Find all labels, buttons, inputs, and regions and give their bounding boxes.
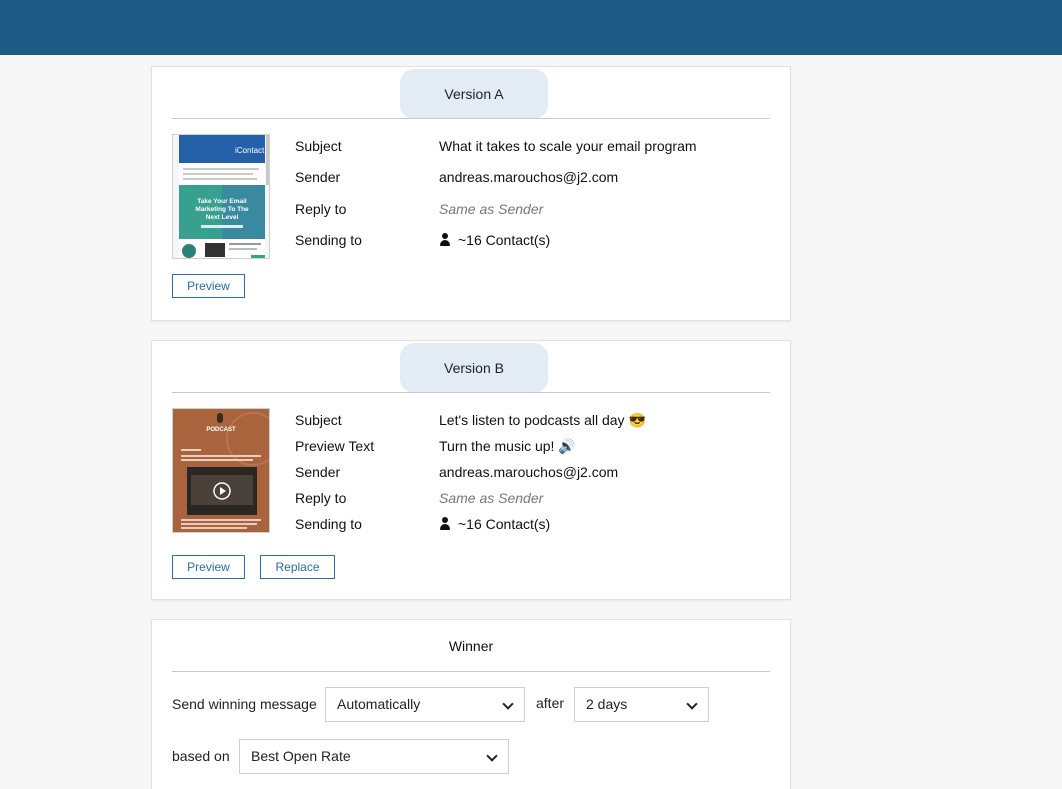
email-thumbnail-image: PODCAST <box>173 409 269 532</box>
replace-button[interactable]: Replace <box>260 555 335 579</box>
svg-text:Take Your Email: Take Your Email <box>197 198 247 205</box>
delay-value: 2 days <box>586 696 628 712</box>
field-value: Same as Sender <box>439 201 544 217</box>
svg-text:Next Level: Next Level <box>206 214 239 221</box>
chevron-down-icon <box>502 698 514 710</box>
after-label: after <box>536 695 565 711</box>
svg-text:PODCAST: PODCAST <box>206 427 236 433</box>
delay-select[interactable]: 2 days <box>574 687 709 722</box>
version-b-title: Version B <box>400 343 548 393</box>
criteria-select[interactable]: Best Open Rate <box>239 739 509 774</box>
field-value-wrap: ~16 Contact(s) <box>439 230 550 250</box>
version-a-thumbnail[interactable]: iContact Take Your Email Marketing To Th… <box>172 134 270 259</box>
winner-card: Winner Send winning message Automaticall… <box>151 619 791 789</box>
version-b-thumbnail[interactable]: PODCAST <box>172 408 270 533</box>
contacts-count: ~16 Contact(s) <box>458 516 551 532</box>
version-a-card: Version A iContact Take Your Email Marke… <box>151 66 791 321</box>
criteria-value: Best Open Rate <box>251 748 351 764</box>
field-label: Reply to <box>295 201 347 217</box>
divider <box>172 392 770 393</box>
chevron-down-icon <box>686 698 698 710</box>
divider <box>172 671 770 672</box>
preview-button[interactable]: Preview <box>172 274 245 298</box>
field-label: Sender <box>295 464 341 480</box>
send-winning-label: Send winning message <box>172 696 317 712</box>
based-on-label: based on <box>172 748 230 764</box>
send-mode-value: Automatically <box>337 696 421 712</box>
field-value: Same as Sender <box>439 490 544 506</box>
field-label: Sending to <box>295 232 362 248</box>
version-a-title: Version A <box>400 69 548 119</box>
field-label: Subject <box>295 138 342 154</box>
person-icon <box>439 517 451 531</box>
field-label: Subject <box>295 412 342 428</box>
field-value: Turn the music up! 🔊 <box>439 438 576 454</box>
winner-title: Winner <box>448 638 494 654</box>
version-b-card: Version B PODCAST Subject Let's listen t… <box>151 340 791 600</box>
field-value: andreas.marouchos@j2.com <box>439 464 619 480</box>
svg-text:Marketing To The: Marketing To The <box>195 206 249 213</box>
chevron-down-icon <box>486 750 498 762</box>
contacts-count: ~16 Contact(s) <box>458 232 551 248</box>
field-value-wrap: ~16 Contact(s) <box>439 514 550 534</box>
field-value: andreas.marouchos@j2.com <box>439 169 619 185</box>
field-label: Sender <box>295 169 341 185</box>
send-mode-select[interactable]: Automatically <box>325 687 525 722</box>
top-bar <box>0 0 1062 55</box>
svg-text:iContact: iContact <box>235 146 265 155</box>
person-icon <box>439 233 451 247</box>
field-label: Preview Text <box>295 438 375 454</box>
email-thumbnail-image: iContact Take Your Email Marketing To Th… <box>173 135 269 258</box>
field-value: What it takes to scale your email progra… <box>439 138 697 154</box>
field-label: Sending to <box>295 516 362 532</box>
field-value: Let's listen to podcasts all day 😎 <box>439 412 646 428</box>
preview-button[interactable]: Preview <box>172 555 245 579</box>
divider <box>172 118 770 119</box>
field-label: Reply to <box>295 490 347 506</box>
